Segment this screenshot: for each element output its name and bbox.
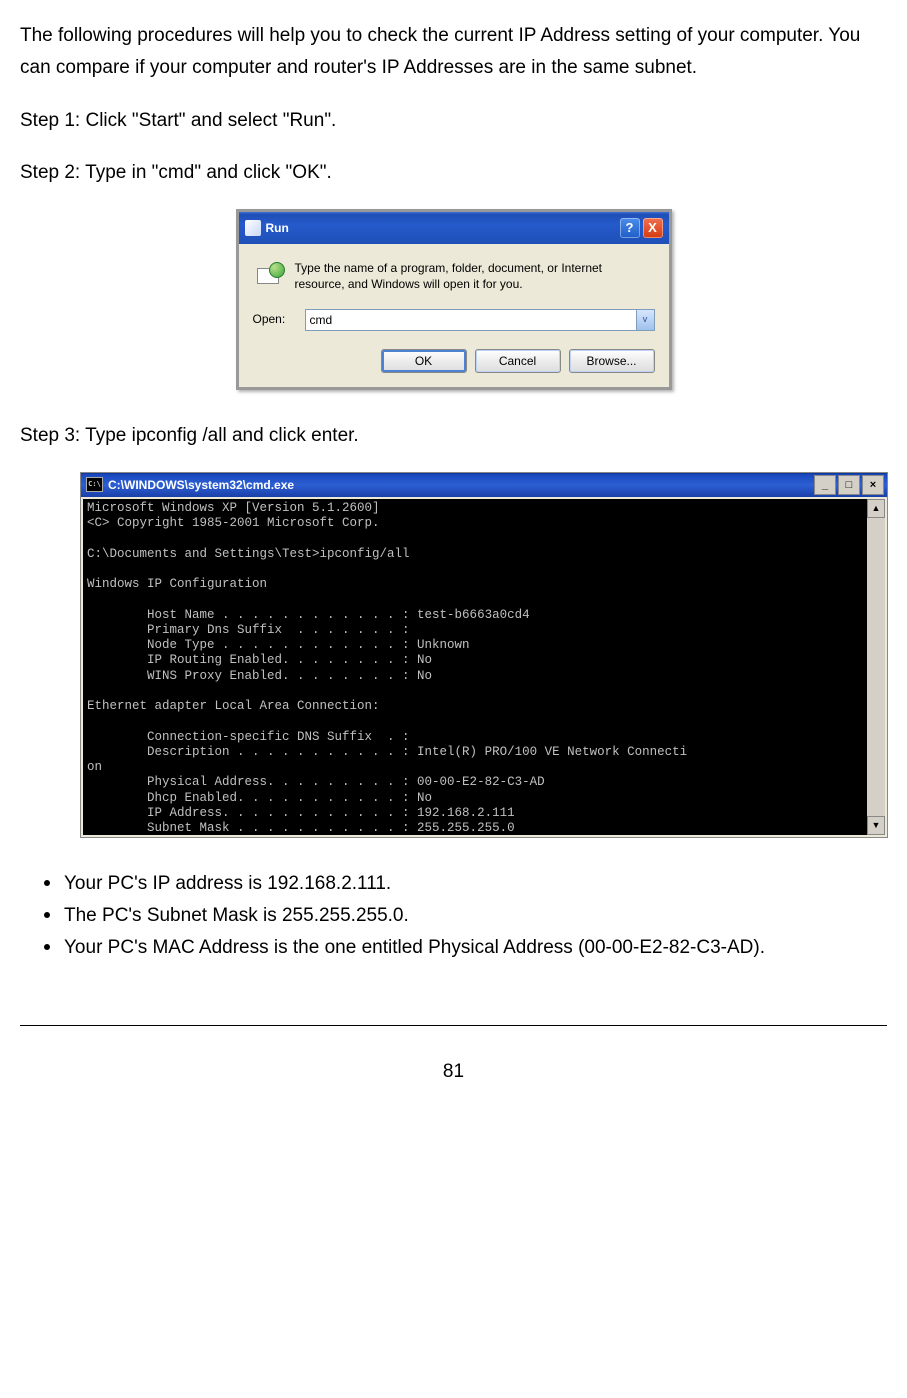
run-description: Type the name of a program, folder, docu… (295, 260, 655, 292)
bullet-list: Your PC's IP address is 192.168.2.111. T… (20, 868, 887, 965)
intro-paragraph: The following procedures will help you t… (20, 20, 887, 85)
step-1: Step 1: Click "Start" and select "Run". (20, 105, 887, 137)
cmd-app-icon (86, 477, 103, 492)
cmd-title: C:\WINDOWS\system32\cmd.exe (108, 475, 294, 495)
open-input[interactable] (305, 309, 655, 331)
run-titlebar[interactable]: Run ? X (239, 212, 669, 244)
help-button[interactable]: ? (620, 218, 640, 238)
minimize-button[interactable]: _ (814, 475, 836, 495)
maximize-button[interactable]: □ (838, 475, 860, 495)
run-dialog: Run ? X Type the name of a program, fold… (236, 209, 672, 389)
step-2: Step 2: Type in "cmd" and click "OK". (20, 157, 887, 189)
open-label: Open: (253, 309, 295, 329)
page-number: 81 (20, 1025, 887, 1088)
scroll-up-icon[interactable]: ▲ (867, 499, 885, 518)
list-item: The PC's Subnet Mask is 255.255.255.0. (44, 900, 887, 932)
cmd-output: Microsoft Windows XP [Version 5.1.2600] … (83, 499, 867, 835)
run-app-icon (245, 220, 261, 236)
close-button[interactable]: X (643, 218, 663, 238)
list-item: Your PC's MAC Address is the one entitle… (44, 932, 887, 964)
scrollbar[interactable]: ▲ ▼ (867, 499, 885, 835)
list-item: Your PC's IP address is 192.168.2.111. (44, 868, 887, 900)
scroll-down-icon[interactable]: ▼ (867, 816, 885, 835)
step-3: Step 3: Type ipconfig /all and click ent… (20, 420, 887, 452)
ok-button[interactable]: OK (381, 349, 467, 373)
cmd-window: C:\WINDOWS\system32\cmd.exe _ □ × Micros… (80, 472, 888, 838)
dropdown-icon[interactable]: v (636, 310, 654, 330)
run-description-icon (253, 260, 285, 288)
run-title: Run (266, 218, 289, 238)
browse-button[interactable]: Browse... (569, 349, 655, 373)
close-button[interactable]: × (862, 475, 884, 495)
cancel-button[interactable]: Cancel (475, 349, 561, 373)
cmd-titlebar[interactable]: C:\WINDOWS\system32\cmd.exe _ □ × (81, 473, 887, 497)
